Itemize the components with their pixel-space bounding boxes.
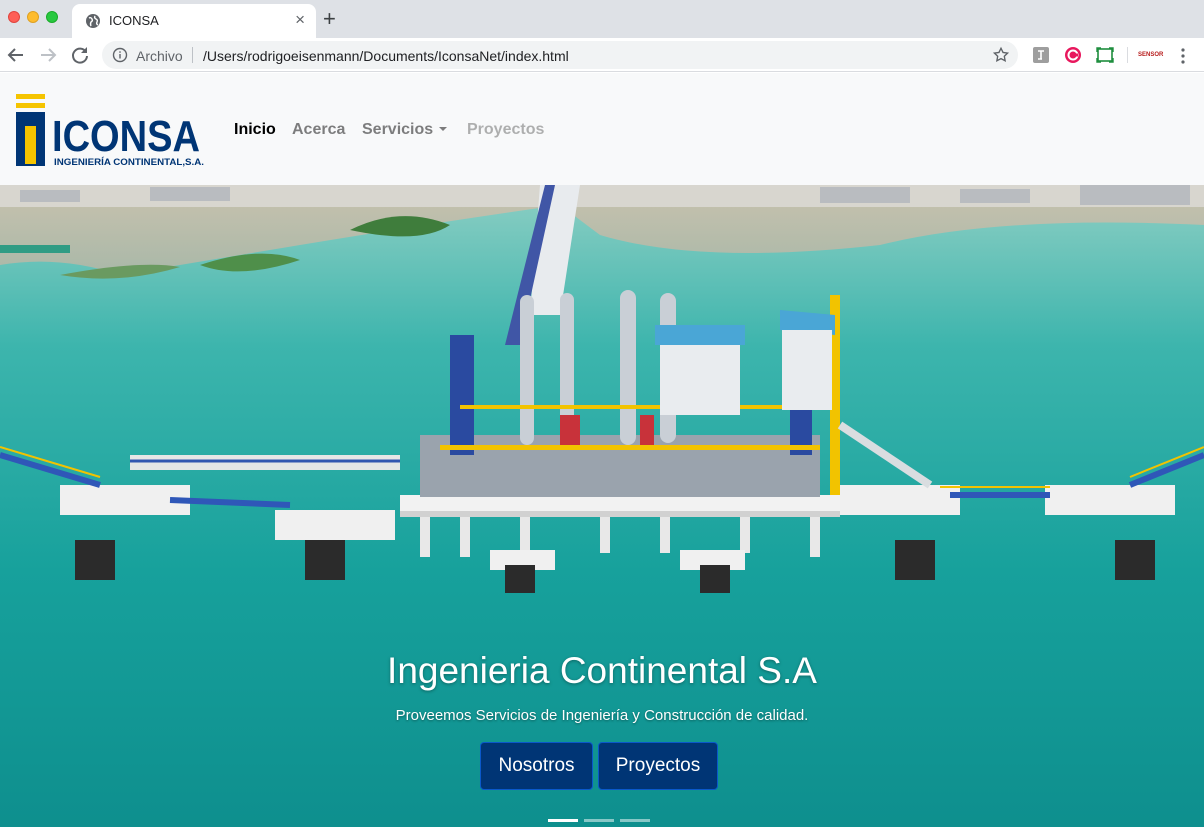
browser-menu-icon[interactable] bbox=[1175, 47, 1191, 65]
minimize-window-button[interactable] bbox=[27, 11, 39, 23]
svg-text:INGENIERÍA CONTINENTAL,S.A.: INGENIERÍA CONTINENTAL,S.A. bbox=[54, 157, 204, 167]
url-text[interactable]: /Users/rodrigoeisenmann/Documents/Iconsa… bbox=[203, 48, 569, 64]
browser-toolbar: Archivo /Users/rodrigoeisenmann/Document… bbox=[0, 38, 1204, 72]
close-window-button[interactable] bbox=[8, 11, 20, 23]
security-label: Archivo bbox=[136, 48, 183, 64]
carousel-indicator-1[interactable] bbox=[548, 819, 578, 822]
hero-subtitle: Proveemos Servicios de Ingeniería y Cons… bbox=[395, 707, 809, 724]
maximize-window-button[interactable] bbox=[46, 11, 58, 23]
nav-link-acerca[interactable]: Acerca bbox=[292, 121, 345, 139]
hero-carousel: Ingenieria Continental S.A Proveemos Ser… bbox=[0, 185, 1204, 827]
hero-image-offshore-platform bbox=[0, 185, 1204, 827]
extension-sensor-button[interactable]: SENSOR bbox=[1138, 48, 1163, 62]
reload-icon[interactable] bbox=[68, 43, 92, 67]
caret-down-icon bbox=[439, 127, 448, 131]
site-navbar: ICONSA INGENIERÍA CONTINENTAL,S.A. Inici… bbox=[0, 73, 1204, 185]
extension-translate-icon[interactable] bbox=[1032, 46, 1050, 64]
info-icon[interactable] bbox=[112, 47, 128, 63]
close-tab-icon[interactable]: × bbox=[295, 10, 305, 30]
nav-link-proyectos-disabled: Proyectos bbox=[467, 121, 545, 138]
nav-dropdown-servicios[interactable]: Servicios bbox=[362, 121, 448, 139]
nosotros-button[interactable]: Nosotros bbox=[480, 742, 593, 790]
extension-screenshot-icon[interactable] bbox=[1096, 46, 1114, 64]
nav-dropdown-label: Servicios bbox=[362, 121, 434, 138]
forward-arrow-icon[interactable] bbox=[36, 43, 60, 67]
hero-title: Ingenieria Continental S.A bbox=[387, 650, 817, 691]
bookmark-star-icon[interactable] bbox=[992, 46, 1010, 64]
new-tab-button[interactable]: + bbox=[323, 6, 336, 32]
tab-title: ICONSA bbox=[109, 13, 159, 28]
iconsa-logo[interactable]: ICONSA INGENIERÍA CONTINENTAL,S.A. bbox=[16, 92, 212, 170]
carousel-indicator-2[interactable] bbox=[584, 819, 614, 822]
globe-icon bbox=[86, 14, 100, 28]
toolbar-divider bbox=[1127, 47, 1128, 63]
extension-clock-icon[interactable] bbox=[1064, 46, 1082, 64]
browser-tab[interactable]: ICONSA × bbox=[72, 4, 316, 38]
omnibox-divider bbox=[192, 47, 193, 63]
carousel-indicator-3[interactable] bbox=[620, 819, 650, 822]
nav-link-inicio[interactable]: Inicio bbox=[234, 121, 276, 139]
back-arrow-icon[interactable] bbox=[4, 43, 28, 67]
browser-tab-bar: ICONSA × + bbox=[0, 0, 1204, 38]
address-bar[interactable]: Archivo /Users/rodrigoeisenmann/Document… bbox=[102, 41, 1018, 69]
svg-text:ICONSA: ICONSA bbox=[52, 112, 200, 161]
proyectos-button[interactable]: Proyectos bbox=[598, 742, 718, 790]
